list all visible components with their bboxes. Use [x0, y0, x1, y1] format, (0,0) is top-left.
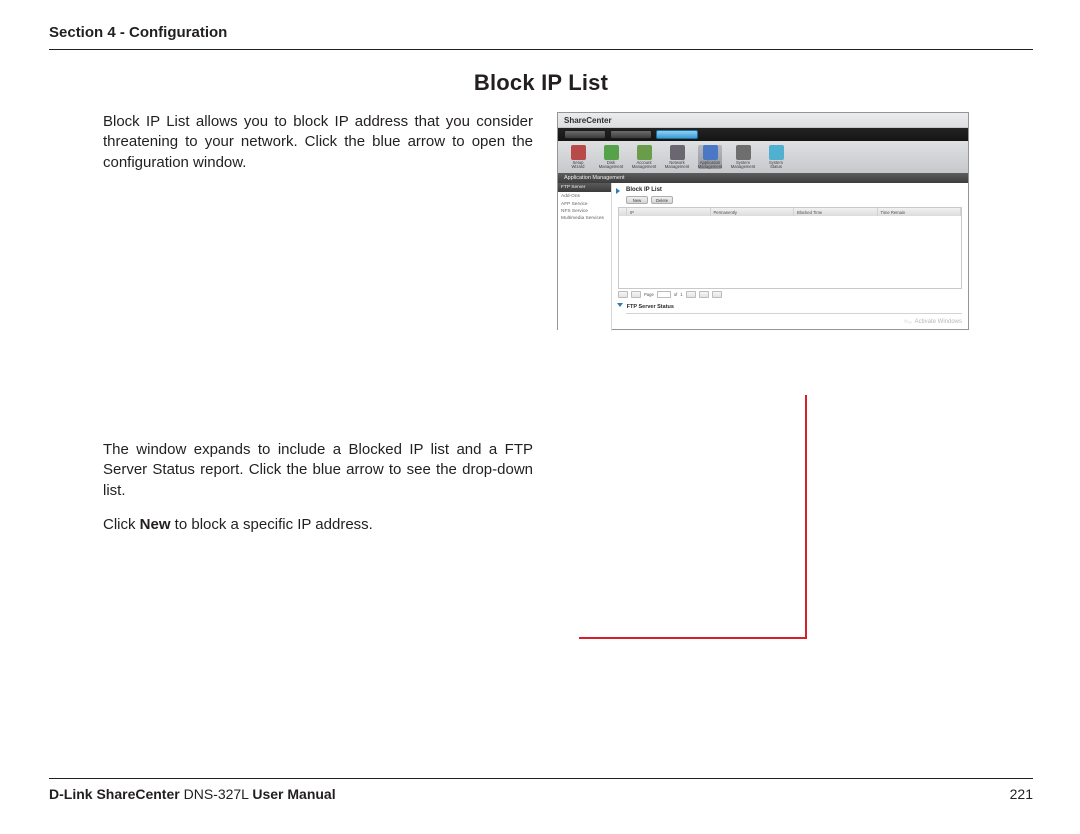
- col-time-remain: Time Remain: [878, 208, 962, 216]
- pager-of-label: of: [674, 292, 678, 297]
- pager: Page of 1: [618, 291, 962, 298]
- bottom-rule: [49, 778, 1033, 779]
- toolbar-disk-management[interactable]: Disk Management: [599, 145, 623, 169]
- pager-first-icon[interactable]: [618, 291, 628, 298]
- page-title: Block IP List: [49, 70, 1033, 96]
- pager-page-label: Page: [644, 292, 654, 297]
- tab-management[interactable]: [656, 130, 698, 139]
- col-checkbox[interactable]: [619, 208, 627, 216]
- toolbar-application-management[interactable]: Application Management: [698, 145, 722, 169]
- footer: D-Link ShareCenter DNS-327L User Manual …: [49, 778, 1033, 802]
- expand-paragraph: The window expands to include a Blocked …: [103, 440, 533, 501]
- block-ip-table: IP Permanently Blocked Time Time Remain: [618, 207, 962, 289]
- pager-next-icon[interactable]: [686, 291, 696, 298]
- expand-arrow-icon[interactable]: [616, 188, 620, 194]
- pager-prev-icon[interactable]: [631, 291, 641, 298]
- os-watermark: Activate Windows: [903, 317, 962, 327]
- breadcrumb-strip: Application Management: [558, 173, 968, 183]
- delete-button[interactable]: Delete: [651, 196, 673, 204]
- main-panel: Block IP List New Delete IP Permanently …: [612, 183, 968, 331]
- toolbar-account-management[interactable]: Account Management: [632, 145, 656, 169]
- col-permanently: Permanently: [711, 208, 795, 216]
- tab-bar: [558, 128, 968, 141]
- section-header: Section 4 - Configuration: [49, 24, 1033, 41]
- toolbar-network-management[interactable]: Network Management: [665, 145, 689, 169]
- brand-bar: ShareCenter: [558, 113, 968, 128]
- sidebar-item[interactable]: Add-Ons: [560, 193, 609, 200]
- key-icon: [903, 317, 913, 327]
- toolbar-system-status[interactable]: System Status: [764, 145, 788, 169]
- sidebar-item[interactable]: NFS Service: [560, 208, 609, 215]
- toolbar-system-management[interactable]: System Management: [731, 145, 755, 169]
- pager-refresh-icon[interactable]: [712, 291, 722, 298]
- ftp-status-section: FTP Server Status: [618, 302, 962, 314]
- pager-total: 1: [680, 292, 682, 297]
- col-blocked-time: Blocked Time: [794, 208, 878, 216]
- page-number: 221: [1010, 786, 1033, 802]
- sidebar-item[interactable]: Multimedia Services: [560, 215, 609, 222]
- panel-title: Block IP List: [626, 187, 962, 193]
- new-keyword: New: [140, 516, 171, 533]
- footer-product: D-Link ShareCenter DNS-327L User Manual: [49, 786, 336, 802]
- sidebar: FTP Server Add-Ons AFP Service NFS Servi…: [558, 183, 612, 331]
- pager-page-input[interactable]: [657, 291, 671, 298]
- sidebar-item[interactable]: AFP Service: [560, 200, 609, 207]
- app-screenshot: ShareCenter Setup Wizard Disk Management…: [557, 112, 969, 330]
- tab-applications[interactable]: [610, 130, 652, 139]
- expand-arrow-icon[interactable]: [617, 303, 623, 307]
- new-instruction: Click New to block a specific IP address…: [103, 515, 533, 535]
- sidebar-header: FTP Server: [558, 183, 611, 192]
- tab-home[interactable]: [564, 130, 606, 139]
- toolbar-setup-wizard[interactable]: Setup Wizard: [566, 145, 590, 169]
- intro-paragraph: Block IP List allows you to block IP add…: [103, 112, 533, 173]
- pager-last-icon[interactable]: [699, 291, 709, 298]
- ftp-status-title: FTP Server Status: [627, 304, 674, 310]
- col-ip: IP: [627, 208, 711, 216]
- top-rule: [49, 49, 1033, 50]
- toolbar: Setup Wizard Disk Management Account Man…: [558, 141, 968, 173]
- new-button[interactable]: New: [626, 196, 648, 204]
